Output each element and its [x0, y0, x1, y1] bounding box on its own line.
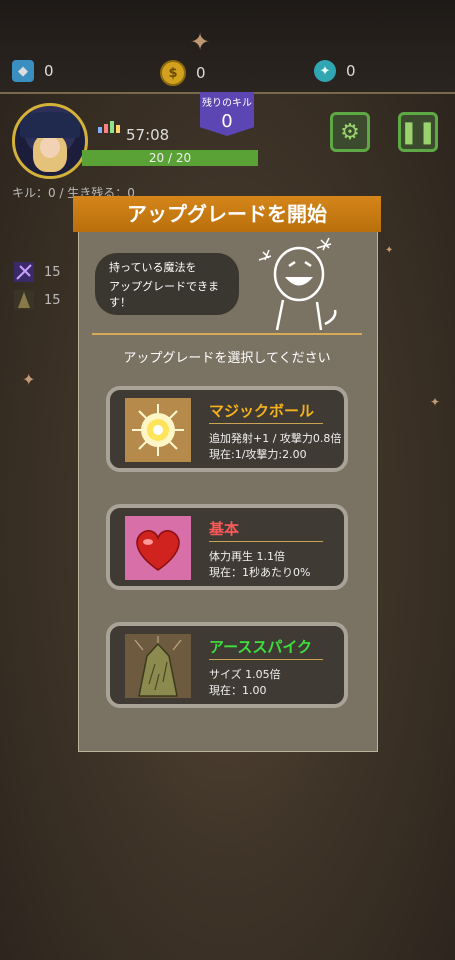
running-figure-icon: ✦: [314, 60, 336, 82]
timer-icon: [98, 121, 120, 133]
upgrade-name: マジックボール: [209, 402, 315, 420]
bubble-line-1: 持っている魔法を: [109, 260, 197, 274]
avatar: [12, 103, 88, 179]
upgrade-effect: サイズ 1.05倍: [209, 668, 281, 681]
weapon-count: 15: [44, 264, 61, 280]
pause-button[interactable]: ❚❚: [398, 112, 438, 152]
magic-ball-icon: [125, 398, 191, 462]
modal-title: アップグレードを開始: [73, 196, 381, 232]
sparkle-icon: ✦: [385, 245, 394, 256]
upgrade-option-magic-ball[interactable]: マジックボール 追加発射+1 / 攻撃力0.8倍 現在:1/攻撃力:2.00: [106, 386, 348, 472]
pause-icon: ❚❚: [399, 119, 437, 145]
upgrade-option-basic[interactable]: 基本 体力再生 1.1倍 現在：1秒あたり0%: [106, 504, 348, 590]
spike-icon: [14, 290, 34, 310]
speech-bubble: 持っている魔法を アップグレードできます！: [95, 253, 239, 315]
run-counter: ✦ 0: [314, 60, 356, 82]
modal-divider: [92, 333, 362, 335]
sparkle-icon: ✦: [22, 370, 36, 389]
bubble-line-2: アップグレードできます！: [109, 279, 219, 309]
upgrade-option-earth-spike[interactable]: アーススパイク サイズ 1.05倍 現在：1.00: [106, 622, 348, 708]
coin-count: 0: [196, 64, 206, 82]
upgrade-current: 現在：1.00: [209, 684, 267, 697]
run-count: 0: [346, 62, 356, 80]
upgrade-name: アーススパイク: [209, 638, 313, 656]
stick-figure-mascot-icon: [258, 237, 337, 331]
upgrade-effect: 追加発射+1 / 攻撃力0.8倍: [209, 432, 342, 445]
survival-timer: 57:08: [126, 126, 170, 144]
upgrade-current: 現在：1秒あたり0%: [209, 566, 311, 579]
coin-counter: $ 0: [160, 60, 206, 86]
coin-icon: $: [160, 60, 186, 86]
gem-icon: ◆: [12, 60, 34, 82]
weapon-slot: 15: [14, 290, 61, 310]
remaining-kills-value: 0: [221, 111, 233, 132]
weapon-count: 15: [44, 292, 61, 308]
remaining-kills-banner: 残りのキル 0: [200, 92, 254, 136]
remaining-kills-label: 残りのキル: [202, 98, 252, 109]
weapon-slot: 15: [14, 262, 61, 282]
gem-count: 0: [44, 62, 54, 80]
sparkle-icon: ✦: [190, 28, 211, 56]
settings-button[interactable]: ⚙: [330, 112, 370, 152]
heart-icon: [125, 516, 191, 580]
magic-icon: [14, 262, 34, 282]
gem-counter: ◆ 0: [12, 60, 54, 82]
top-resource-bar: ◆ 0 $ 0 ✦ 0: [0, 0, 455, 94]
upgrade-current: 現在:1/攻撃力:2.00: [209, 448, 307, 461]
select-prompt: アップグレードを選択してください: [123, 351, 331, 366]
hp-text: 20 / 20: [148, 151, 192, 165]
upgrade-effect: 体力再生 1.1倍: [209, 550, 285, 563]
sparkle-icon: ✦: [430, 395, 441, 409]
earth-spike-icon: [125, 634, 191, 698]
gear-icon: ⚙: [340, 119, 360, 145]
upgrade-name: 基本: [209, 520, 240, 538]
